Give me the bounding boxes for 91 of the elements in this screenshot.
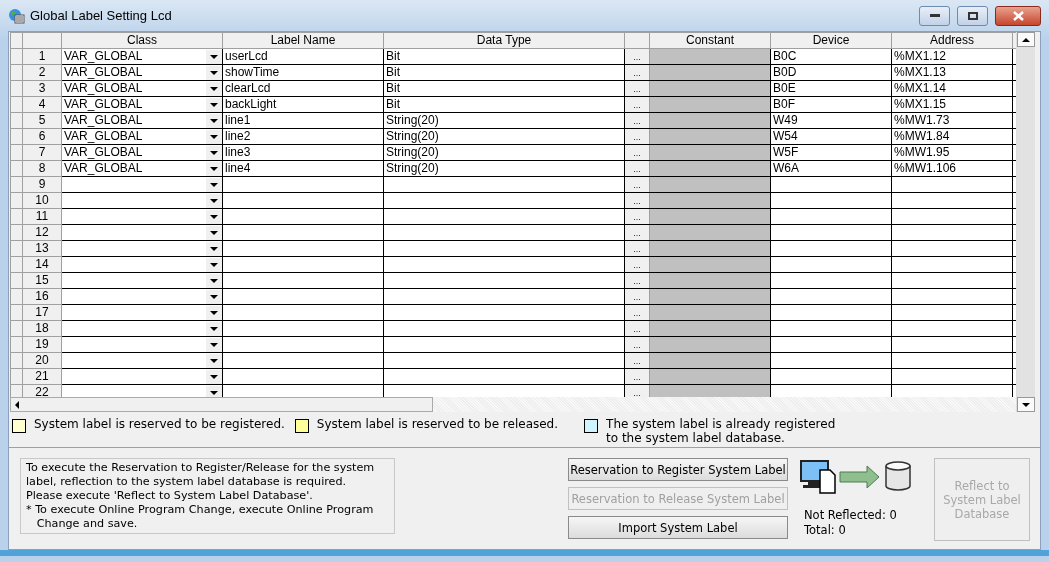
- dropdown-caret-icon[interactable]: [206, 97, 222, 112]
- horizontal-scrollbar[interactable]: [10, 397, 1016, 412]
- column-header[interactable]: Data Type: [383, 32, 625, 49]
- table-cell: %MX1.15: [891, 96, 1013, 113]
- table-cell: Bit: [383, 80, 625, 97]
- dropdown-caret-icon[interactable]: [206, 209, 222, 224]
- dropdown-caret-icon[interactable]: [206, 65, 222, 80]
- class-dropdown[interactable]: VAR_GLOBAL: [62, 65, 222, 80]
- table-cell: line1: [222, 112, 384, 129]
- close-icon: [1012, 10, 1024, 21]
- table-cell: backLight: [222, 96, 384, 113]
- table-cell: Bit: [383, 64, 625, 81]
- dropdown-caret-icon[interactable]: [206, 257, 222, 272]
- dropdown-caret-icon[interactable]: [206, 193, 222, 208]
- legend-text: System label is reserved to be released.: [316, 417, 559, 431]
- info-text: To execute the Reservation to Register/Release for the system label, reflection to the system label database is required. Please execute 'Reflect to System Label Database'. * To execute Online Program Change, execute Online Program Change and save.: [20, 458, 395, 534]
- table-cell: B0C: [770, 48, 892, 65]
- legend-text: The system label is already registered to the system label database.: [606, 417, 836, 445]
- table-cell: W6A: [770, 160, 892, 177]
- dropdown-caret-icon[interactable]: [206, 353, 222, 368]
- table-cell: W49: [770, 112, 892, 129]
- dropdown-caret-icon[interactable]: [206, 241, 222, 256]
- total-count: Total: 0: [804, 523, 846, 538]
- dropdown-caret-icon[interactable]: [206, 337, 222, 352]
- table-cell: userLcd: [222, 48, 384, 65]
- dropdown-caret-icon[interactable]: [206, 145, 222, 160]
- class-dropdown[interactable]: VAR_GLOBAL: [62, 97, 222, 112]
- table-cell: B0D: [770, 64, 892, 81]
- table-cell: line4: [222, 160, 384, 177]
- maximize-button[interactable]: [957, 5, 988, 26]
- class-dropdown[interactable]: VAR_GLOBAL: [62, 145, 222, 160]
- dropdown-caret-icon[interactable]: [206, 225, 222, 240]
- app-globe-icon: [8, 7, 25, 24]
- dropdown-caret-icon[interactable]: [206, 369, 222, 384]
- dropdown-caret-icon[interactable]: [206, 273, 222, 288]
- close-button[interactable]: [995, 5, 1041, 26]
- dropdown-caret-icon[interactable]: [206, 321, 222, 336]
- table-cell: Bit: [383, 96, 625, 113]
- table-cell: clearLcd: [222, 80, 384, 97]
- table-cell: showTime: [222, 64, 384, 81]
- column-header[interactable]: Address: [891, 32, 1013, 49]
- dropdown-caret-icon[interactable]: [206, 49, 222, 64]
- action-button[interactable]: Reservation to Register System Label: [568, 458, 788, 481]
- dropdown-caret-icon[interactable]: [206, 289, 222, 304]
- scroll-up-button[interactable]: [1017, 32, 1035, 47]
- database-icon: [885, 461, 911, 491]
- dropdown-caret-icon[interactable]: [206, 81, 222, 96]
- dropdown-caret-icon[interactable]: [206, 161, 222, 176]
- class-dropdown[interactable]: VAR_GLOBAL: [62, 161, 222, 176]
- action-button[interactable]: Import System Label: [568, 516, 788, 539]
- dropdown-caret-icon[interactable]: [206, 385, 222, 397]
- class-dropdown[interactable]: VAR_GLOBAL: [62, 81, 222, 96]
- legend-text: System label is reserved to be registered.: [34, 417, 285, 431]
- table-cell: %MW1.73: [891, 112, 1013, 129]
- not-reflected-count: Not Reflected: 0: [804, 508, 897, 523]
- table-cell: %MX1.14: [891, 80, 1013, 97]
- table-cell: W5F: [770, 144, 892, 161]
- table-cell: String(20): [383, 128, 625, 145]
- table-cell: W54: [770, 128, 892, 145]
- minimize-icon: [929, 13, 940, 18]
- dropdown-caret-icon[interactable]: [206, 113, 222, 128]
- column-header[interactable]: Device: [770, 32, 892, 49]
- table-cell: B0E: [770, 80, 892, 97]
- minimize-button[interactable]: [919, 5, 950, 26]
- table-cell: %MW1.106: [891, 160, 1013, 177]
- dropdown-caret-icon[interactable]: [206, 305, 222, 320]
- table-cell: %MX1.12: [891, 48, 1013, 65]
- column-header[interactable]: Constant: [649, 32, 771, 49]
- table-cell: %MX1.13: [891, 64, 1013, 81]
- scroll-down-button[interactable]: [1017, 397, 1035, 412]
- table-cell: String(20): [383, 112, 625, 129]
- restore-icon: [967, 11, 978, 20]
- computer-document-icon: [800, 460, 836, 494]
- column-header[interactable]: Label Name: [222, 32, 384, 49]
- window-title: Global Label Setting Lcd: [30, 8, 173, 23]
- table-cell: Bit: [383, 48, 625, 65]
- dropdown-caret-icon[interactable]: [206, 129, 222, 144]
- class-dropdown[interactable]: VAR_GLOBAL: [62, 49, 222, 64]
- column-header[interactable]: Class: [61, 32, 223, 49]
- dropdown-caret-icon[interactable]: [206, 177, 222, 192]
- table-cell: line2: [222, 128, 384, 145]
- vertical-scrollbar[interactable]: [1016, 32, 1035, 412]
- right-arrow-icon: [839, 465, 880, 489]
- table-cell: String(20): [383, 144, 625, 161]
- table-cell: B0F: [770, 96, 892, 113]
- class-dropdown[interactable]: VAR_GLOBAL: [62, 113, 222, 128]
- class-dropdown[interactable]: VAR_GLOBAL: [62, 129, 222, 144]
- table-cell: line3: [222, 144, 384, 161]
- table-cell: %MW1.84: [891, 128, 1013, 145]
- table-cell: %MW1.95: [891, 144, 1013, 161]
- table-cell: String(20): [383, 160, 625, 177]
